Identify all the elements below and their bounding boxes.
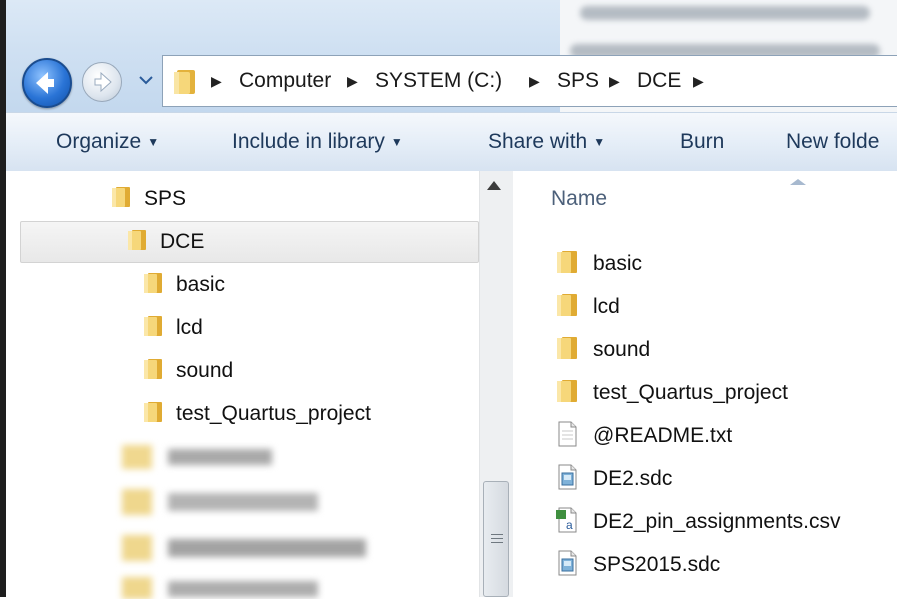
back-button[interactable] [22, 58, 72, 108]
folder-icon [112, 187, 130, 208]
file-item[interactable]: a DE2_pin_assignments.csv [555, 502, 840, 542]
breadcrumb-separator[interactable]: ▶ [609, 56, 620, 106]
organize-label: Organize [56, 130, 142, 153]
navigation-scrollbar[interactable] [479, 171, 514, 597]
file-item[interactable]: test_Quartus_project [555, 373, 788, 413]
folder-icon [144, 316, 162, 337]
folder-icon [144, 402, 162, 423]
file-name: sound [593, 338, 651, 361]
address-bar[interactable]: ▶ Computer ▶ SYSTEM (C:) ▶ SPS ▶ DCE ▶ [162, 55, 897, 107]
file-item[interactable]: @README.txt [555, 416, 732, 456]
csv-file-icon: a [556, 507, 577, 533]
command-bar: Organize ▼ Include in library ▼ Share with… [6, 112, 897, 172]
file-name: DE2.sdc [593, 467, 673, 490]
tree-item-sound[interactable]: sound [142, 351, 233, 391]
scrollbar-thumb[interactable] [483, 481, 509, 597]
share-with-button[interactable]: Share with ▼ [488, 113, 605, 171]
folder-icon [557, 251, 577, 274]
folder-icon [557, 380, 577, 403]
file-name: @README.txt [593, 424, 733, 447]
breadcrumb-separator[interactable]: ▶ [347, 56, 358, 106]
tree-item-label: SPS [144, 187, 187, 210]
svg-text:a: a [566, 518, 573, 532]
file-item[interactable]: sound [555, 330, 650, 370]
breadcrumb-computer[interactable]: Computer [239, 56, 331, 106]
grip-icon [491, 534, 503, 546]
chevron-down-icon [139, 76, 153, 85]
redacted-tree-item[interactable] [122, 533, 366, 563]
column-header-name[interactable]: Name [519, 171, 897, 231]
forward-arrow-icon [94, 71, 112, 93]
new-folder-button[interactable]: New folde [786, 113, 879, 171]
scroll-up-arrow-icon[interactable] [487, 181, 501, 190]
chevron-down-icon: ▼ [147, 135, 160, 149]
file-name: test_Quartus_project [593, 381, 788, 404]
text-file-icon [558, 421, 577, 447]
folder-icon [144, 359, 162, 380]
breadcrumb-separator[interactable]: ▶ [693, 56, 704, 106]
breadcrumb-separator[interactable]: ▶ [529, 56, 540, 106]
recent-pages-dropdown[interactable] [138, 72, 154, 88]
selected-row-highlight [20, 221, 479, 263]
column-header-label: Name [551, 187, 608, 210]
file-name: DE2_pin_assignments.csv [593, 510, 841, 533]
include-in-library-button[interactable]: Include in library ▼ [232, 113, 403, 171]
file-item[interactable]: SPS2015.sdc [555, 545, 720, 585]
new-folder-label: New folde [786, 130, 880, 153]
chevron-down-icon: ▼ [390, 135, 403, 149]
sort-ascending-icon [790, 179, 806, 185]
folder-icon [557, 337, 577, 360]
file-list-pane: Name basic lcd sound test_Quartus_projec… [519, 171, 897, 597]
tree-item-test-quartus-project[interactable]: test_Quartus_project [142, 394, 371, 434]
sdc-file-icon [558, 550, 577, 576]
folder-icon [174, 70, 195, 94]
back-arrow-icon [36, 72, 54, 94]
organize-button[interactable]: Organize ▼ [56, 113, 159, 171]
tree-item-label: sound [176, 359, 234, 382]
breadcrumb-sps[interactable]: SPS [557, 56, 599, 106]
tree-item-label: DCE [160, 230, 205, 253]
file-name: SPS2015.sdc [593, 553, 721, 576]
tree-item-sps[interactable]: SPS [110, 179, 186, 219]
burn-label: Burn [680, 130, 725, 153]
tree-item-label: basic [176, 273, 226, 296]
breadcrumb-system-c[interactable]: SYSTEM (C:) [375, 56, 502, 106]
file-item[interactable]: basic [555, 244, 642, 284]
redacted-tree-item[interactable] [122, 487, 318, 517]
forward-button[interactable] [82, 62, 122, 102]
file-name: basic [593, 252, 643, 275]
folder-icon [144, 273, 162, 294]
share-with-label: Share with [488, 130, 588, 153]
folder-icon [128, 230, 146, 251]
breadcrumb-dce[interactable]: DCE [637, 56, 681, 106]
include-in-library-label: Include in library [232, 130, 385, 153]
redacted-tree-item[interactable] [122, 575, 322, 599]
sdc-file-icon [558, 464, 577, 490]
tree-item-basic[interactable]: basic [142, 265, 225, 305]
burn-button[interactable]: Burn [680, 113, 724, 171]
chevron-down-icon: ▼ [593, 135, 606, 149]
redacted-tree-item[interactable] [122, 443, 272, 471]
tree-item-lcd[interactable]: lcd [142, 308, 203, 348]
file-item[interactable]: DE2.sdc [555, 459, 672, 499]
breadcrumb-separator[interactable]: ▶ [211, 56, 222, 106]
file-item[interactable]: lcd [555, 287, 620, 327]
tree-item-label: lcd [176, 316, 203, 339]
tree-item-label: test_Quartus_project [176, 402, 371, 425]
folder-icon [557, 294, 577, 317]
tree-item-dce[interactable]: DCE [126, 222, 204, 262]
navigation-pane: SPS DCE basic lcd sound test_Quartus_pro… [6, 171, 479, 599]
file-name: lcd [593, 295, 620, 318]
